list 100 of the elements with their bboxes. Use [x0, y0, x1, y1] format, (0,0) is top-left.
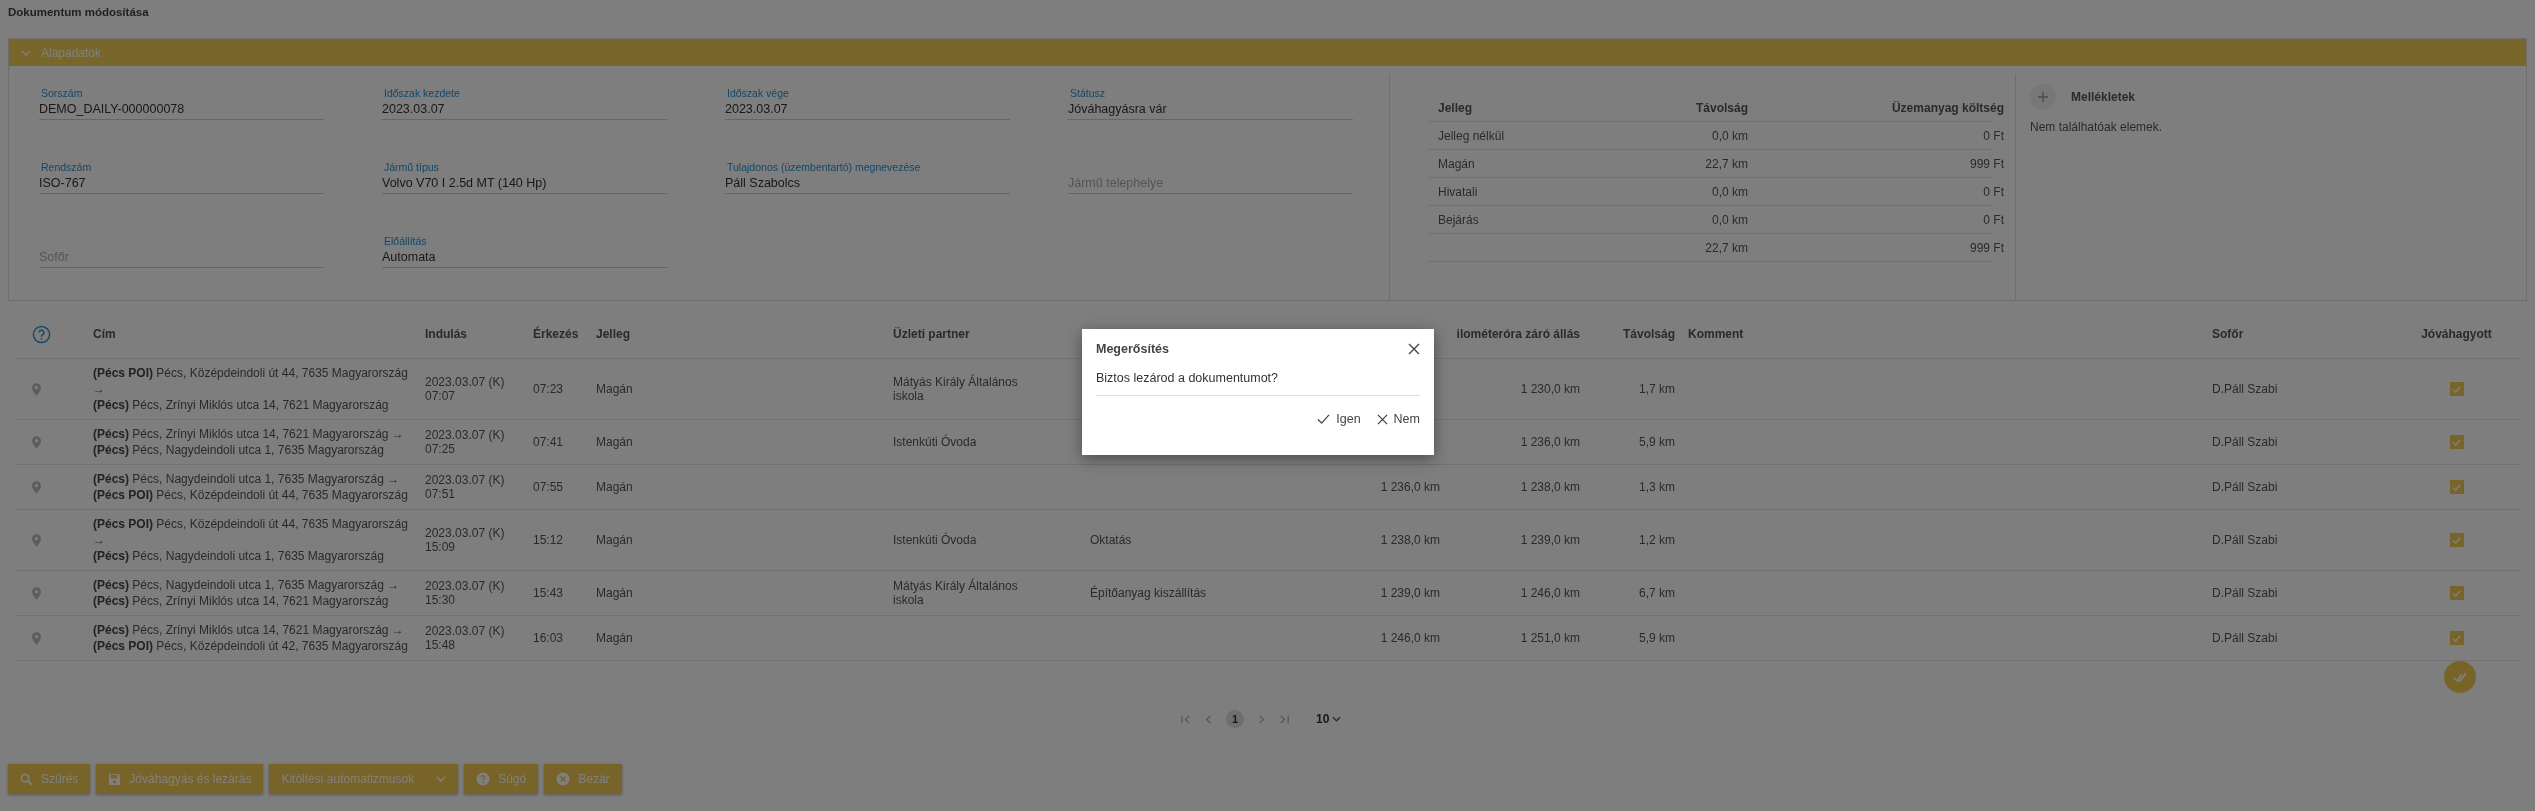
- table-cell-text: 999 Ft: [1968, 240, 2004, 255]
- field-label: Státusz: [1069, 87, 1107, 99]
- page-title: Dokumentum módosítása: [7, 5, 150, 20]
- column-header[interactable]: ilométeróra záró állás: [1456, 327, 1580, 341]
- search-icon: [20, 772, 33, 786]
- table-cell: Magán: [596, 533, 633, 547]
- input-field[interactable]: ISO-767: [39, 173, 324, 194]
- dialog-title: Megerősítés: [1096, 342, 1169, 356]
- table-cell-text: Mátyás Király Általános iskola: [893, 579, 1019, 607]
- table-cell: 5,9 km: [1639, 631, 1675, 645]
- checkbox[interactable]: [2449, 533, 2464, 547]
- table-cell-text: 2023.03.07 (K) 15:30: [425, 579, 506, 607]
- checkbox[interactable]: [2449, 435, 2464, 449]
- chevron-icon: [21, 49, 31, 56]
- table-cell: 1 246,0 km: [1520, 586, 1580, 600]
- checkbox[interactable]: [2449, 480, 2464, 494]
- plus-icon: [2037, 91, 2049, 103]
- check-icon: [2451, 481, 2462, 493]
- empty-message: Nem találhatóak elemek.: [2030, 120, 2164, 134]
- help-icon[interactable]: [32, 324, 51, 344]
- table-cell: 1 239,0 km: [1520, 533, 1580, 547]
- field-label: Tulajdonos (üzembentartó) megnevezése: [726, 161, 922, 173]
- table-cell-text: 2023.03.07 (K) 15:09: [425, 526, 506, 554]
- location-pin-icon: [32, 480, 41, 494]
- table-cell: 1,2 km: [1639, 533, 1675, 547]
- field-label: Sorszám: [40, 87, 84, 99]
- table-cell: 1 236,0 km: [1520, 435, 1580, 449]
- input-field[interactable]: Jóváhagyásra vár: [1068, 99, 1353, 120]
- checkbox[interactable]: [2449, 586, 2464, 600]
- close-icon: [556, 772, 571, 786]
- close-icon[interactable]: [1408, 343, 1420, 355]
- chevron-down-icon: [436, 776, 447, 782]
- input-field[interactable]: Automata: [382, 247, 667, 268]
- table-cell: Istenkúti Óvoda: [893, 435, 977, 449]
- address-cell-text: (Pécs POI) Pécs, Középdeindoli út 44, 7635 Magyarország → (Pécs) Pécs, Nagydeindoli utca 1, 7635 Magyarország: [93, 516, 409, 564]
- column-header: Jelleg: [1438, 100, 1474, 115]
- table-cell-text: Hivatali: [1438, 184, 1479, 199]
- confirm-button[interactable]: Igen: [1317, 412, 1361, 426]
- table-cell: 15:43: [533, 586, 564, 600]
- table-cell-text: 0,0 km: [1711, 184, 1748, 199]
- cancel-button[interactable]: Nem: [1376, 412, 1420, 426]
- last-page-icon[interactable]: [1279, 713, 1290, 725]
- location-pin-icon: [32, 631, 41, 645]
- next-page-icon[interactable]: [1256, 713, 1267, 725]
- checkbox[interactable]: [2449, 382, 2464, 396]
- table-cell: 1 238,0 km: [1520, 480, 1580, 494]
- chevron-down-icon: [1332, 716, 1342, 722]
- table-cell: 1 239,0 km: [1380, 586, 1440, 600]
- table-cell: 16:03: [533, 631, 564, 645]
- input-field[interactable]: Páll Szabolcs: [725, 173, 1010, 194]
- table-cell: Oktatás: [1090, 533, 1132, 547]
- check-icon: [2451, 534, 2462, 546]
- table-cell: D.Páll Szabi: [2212, 382, 2278, 396]
- field-label: Előállítás: [383, 235, 428, 247]
- column-header[interactable]: Üzleti partner: [893, 327, 970, 341]
- address-cell: (Pécs) Pécs, Nagydeindoli utca 1, 7635 Magyarország → (Pécs POI) Pécs, Középdeindoli út 44, 7635 Magyarország: [93, 471, 408, 503]
- table-cell-text: 22,7 km: [1704, 240, 1748, 255]
- column-header: Távolság: [1694, 100, 1748, 115]
- page-button[interactable]: 1: [1226, 710, 1244, 728]
- page-size-select[interactable]: 10: [1316, 712, 1342, 726]
- column-header[interactable]: Jelleg: [596, 327, 631, 341]
- table-cell: Istenkúti Óvoda: [893, 533, 977, 547]
- table-cell: 15:12: [533, 533, 564, 547]
- check-icon: [2451, 436, 2462, 448]
- column-header[interactable]: Sofőr: [2212, 327, 2244, 341]
- table-cell-text: 0 Ft: [1982, 212, 2004, 227]
- column-header[interactable]: Jóváhagyott: [2421, 327, 2492, 341]
- checkbox[interactable]: [2449, 631, 2464, 645]
- address-cell: (Pécs) Pécs, Nagydeindoli utca 1, 7635 Magyarország → (Pécs) Pécs, Zrínyi Miklós utca 14, 7621 Magyarország: [93, 577, 400, 609]
- table-cell: Építőanyag kiszállítás: [1090, 586, 1207, 600]
- table-cell-text: 2023.03.07 (K) 07:07: [425, 375, 506, 403]
- table-cell: 1 251,0 km: [1520, 631, 1580, 645]
- table-cell: 6,7 km: [1639, 586, 1675, 600]
- table-cell: 5,9 km: [1639, 435, 1675, 449]
- field-label: Időszak kezdete: [383, 87, 461, 99]
- input-field[interactable]: Volvo V70 I 2.5d MT (140 Hp): [382, 173, 667, 194]
- table-cell: 1,3 km: [1639, 480, 1675, 494]
- table-cell-text: 22,7 km: [1704, 156, 1748, 171]
- approve-all-button[interactable]: [2444, 661, 2476, 693]
- column-header[interactable]: Indulás: [425, 327, 467, 341]
- table-cell-text: 2023.03.07 (K) 07:51: [425, 473, 506, 501]
- first-page-icon[interactable]: [1180, 713, 1191, 725]
- table-cell: D.Páll Szabi: [2212, 586, 2278, 600]
- column-header[interactable]: Komment: [1688, 327, 1744, 341]
- check-icon: [2451, 587, 2462, 599]
- input-field[interactable]: 2023.03.07: [725, 99, 1010, 120]
- table-cell-text: 2023.03.07 (K) 07:25: [425, 428, 506, 456]
- table-cell: D.Páll Szabi: [2212, 435, 2278, 449]
- input-field[interactable]: DEMO_DAILY-000000078: [39, 99, 324, 120]
- column-header[interactable]: Cím: [93, 327, 116, 341]
- previous-page-icon[interactable]: [1203, 713, 1214, 725]
- add-button[interactable]: [2030, 84, 2056, 110]
- column-header[interactable]: Érkezés: [533, 327, 579, 341]
- table-cell: Magán: [596, 480, 633, 494]
- check-icon: [2451, 383, 2462, 395]
- column-header[interactable]: Távolság: [1622, 327, 1675, 341]
- table-cell-text: 2023.03.07 (K) 15:48: [425, 624, 506, 652]
- input-field[interactable]: 2023.03.07: [382, 99, 667, 120]
- table-cell-text: Magán: [1438, 156, 1476, 171]
- help-icon: [476, 772, 491, 786]
